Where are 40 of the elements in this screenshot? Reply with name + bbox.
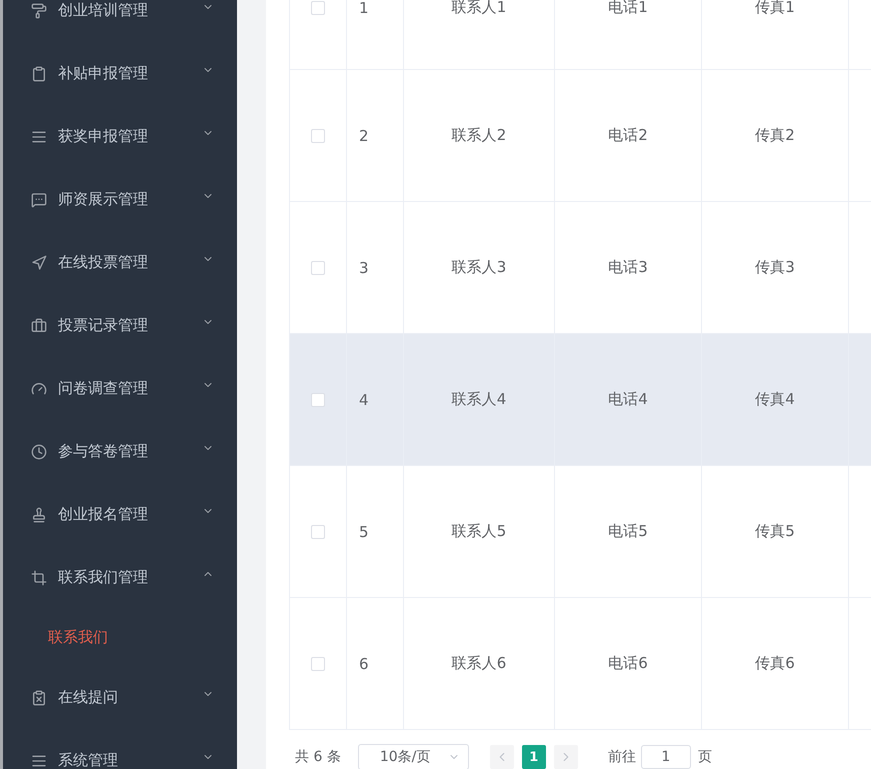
checkbox[interactable] [311,657,325,672]
clipboard-icon [31,66,47,82]
list-icon [31,752,47,768]
checkbox[interactable] [311,129,325,144]
stamp-icon [31,506,47,522]
total-count: 共 6 条 [295,748,341,766]
sidebar-item[interactable]: 问卷调查管理 [3,357,237,420]
sidebar-item[interactable]: 在线投票管理 [3,231,237,294]
sidebar-item[interactable]: 创业培训管理 [3,0,237,42]
sidebar-item[interactable]: 在线提问 [3,666,237,729]
table-cell: 6 [346,598,404,730]
briefcase-icon [31,318,47,334]
submenu-item[interactable]: 联系我们 [3,609,237,666]
sidebar-item[interactable]: 获奖申报管理 [3,105,237,168]
gauge-icon [31,380,47,396]
table-cell: 联系人6 [404,598,554,730]
chat-icon [31,192,47,208]
goto-label: 前往 [608,748,636,766]
sidebar-item[interactable]: 系统管理 [3,729,237,769]
table-cell: 电话6 [554,598,702,730]
sidebar-item[interactable]: 投票记录管理 [3,294,237,357]
page-size-select[interactable]: 10条/页 [358,744,469,769]
navigation-icon [31,254,47,270]
page-input[interactable]: 1 [640,745,691,769]
sidebar-item[interactable]: 联系我们管理 [3,546,237,609]
page-suffix: 页 [698,748,712,766]
sidebar-item[interactable]: 参与答卷管理 [3,420,237,483]
clipboard-x-icon [31,690,47,706]
sidebar-item[interactable]: 师资展示管理 [3,168,237,231]
sidebar-item[interactable]: 补贴申报管理 [3,42,237,105]
paint-roller-icon [31,2,47,18]
list-icon [31,128,47,144]
checkbox[interactable] [311,1,325,16]
clock-icon [31,444,47,460]
checkbox[interactable] [311,525,325,540]
crop-icon [31,570,47,586]
sidebar-item[interactable]: 创业报名管理 [3,483,237,546]
checkbox[interactable] [311,393,325,408]
table-cell: 传真6 [702,598,848,730]
checkbox[interactable] [311,261,325,276]
